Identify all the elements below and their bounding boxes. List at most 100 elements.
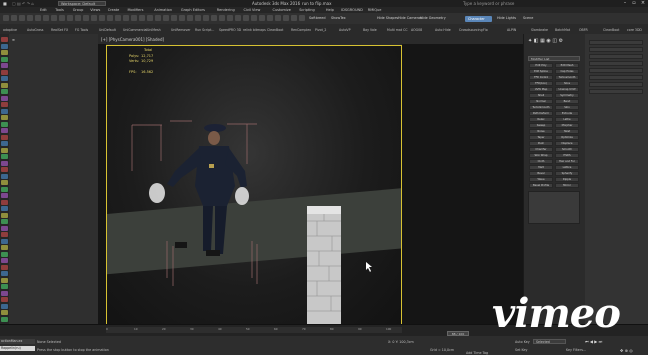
right-panel-button[interactable] (589, 54, 643, 59)
right-panel-button[interactable] (589, 68, 643, 73)
toolbar-tool-icon[interactable] (267, 15, 273, 21)
left-tool-icon[interactable] (1, 212, 8, 218)
toolbar-tool-icon[interactable] (115, 15, 121, 21)
toolbar-tool-icon[interactable] (155, 15, 161, 21)
left-tool-icon[interactable] (1, 141, 8, 146)
toolbar-label[interactable]: Hide Shapes (377, 16, 398, 20)
toolbar-tool-icon[interactable] (299, 15, 305, 21)
menu-item[interactable]: RMIQue (368, 8, 382, 12)
modifier-button[interactable]: Noise (529, 129, 553, 134)
modifier-button[interactable]: Bevel (529, 171, 553, 176)
shelf-button[interactable]: RenComplex (291, 28, 311, 32)
close-icon[interactable]: × (638, 0, 648, 7)
modifier-button[interactable]: Relax (529, 117, 553, 122)
modifier-button[interactable]: Extrude (555, 111, 579, 116)
toolbar-tool-icon[interactable] (179, 15, 185, 21)
menu-item[interactable]: IDSGROUND (341, 8, 363, 12)
autokey-button[interactable]: Auto Key (515, 340, 530, 344)
left-tool-icon[interactable] (1, 43, 8, 49)
left-tool-icon[interactable] (1, 290, 8, 296)
left-tool-icon[interactable] (1, 206, 8, 211)
left-tool-icon[interactable] (1, 134, 8, 140)
menu-item[interactable]: Rendering (217, 8, 235, 12)
toolbar-tool-icon[interactable] (291, 15, 297, 21)
modifier-button[interactable]: Lathe (555, 117, 579, 122)
toolbar-tool-icon[interactable] (99, 15, 105, 21)
toolbar-label[interactable]: Softbreed (309, 16, 326, 20)
toolbar-tool-icon[interactable] (27, 15, 33, 21)
shelf-button[interactable]: CleanBoot (603, 28, 619, 32)
modifier-button[interactable]: Unwrap UVW (555, 87, 579, 92)
left-tool-icon[interactable] (1, 147, 8, 153)
shelf-button[interactable]: ALPIN (507, 28, 516, 32)
left-tool-icon[interactable] (1, 277, 8, 283)
shelf-button[interactable]: UniCommercial (123, 28, 147, 32)
menu-item[interactable]: Edit (40, 8, 47, 12)
toolbar-tool-icon[interactable] (243, 15, 249, 21)
right-panel-button[interactable] (589, 47, 643, 52)
brick-column[interactable] (307, 206, 341, 326)
menu-item[interactable]: Scripting (299, 8, 315, 12)
shelf-button[interactable]: BatchMat (555, 28, 570, 32)
maxscript-input[interactable]: Rappelin(ru) (0, 346, 35, 351)
modifier-button[interactable]: Spherify (555, 171, 579, 176)
modifier-button[interactable]: Cap Holes (555, 69, 579, 74)
right-panel-button[interactable] (589, 61, 643, 66)
menu-item[interactable]: Tools (55, 8, 64, 12)
modifier-button[interactable]: Skin Wrap (529, 153, 553, 158)
toolbar-tool-icon[interactable] (139, 15, 145, 21)
modifier-button[interactable]: Shell (529, 93, 553, 98)
left-tool-icon[interactable] (1, 115, 8, 120)
add-time-tag[interactable]: Add Time Tag (466, 351, 488, 355)
modifier-button[interactable]: Melt (529, 165, 553, 170)
modifier-button[interactable]: Optimize (555, 135, 579, 140)
menu-item[interactable]: Create (108, 8, 120, 12)
modifier-list-dropdown[interactable]: Modifier List (528, 56, 580, 61)
toolbar-tool-icon[interactable] (163, 15, 169, 21)
shelf-button[interactable]: Flo (483, 28, 488, 32)
toolbar-label[interactable]: Hide Cameras (398, 16, 422, 20)
shelf-button[interactable]: UniRemover (171, 28, 190, 32)
shelf-button[interactable]: RealSet FX (51, 28, 68, 32)
shelf-button[interactable]: Pivot_2 (315, 28, 326, 32)
modifier-button[interactable]: Morpher (555, 123, 579, 128)
left-tool-icon[interactable] (1, 232, 8, 237)
character-model[interactable] (149, 124, 249, 256)
left-tool-icon[interactable] (1, 76, 8, 81)
shelf-button[interactable]: FG Tools (75, 28, 88, 32)
modifier-button[interactable]: Displace (555, 141, 579, 146)
toolbar-tool-icon[interactable] (43, 15, 49, 21)
modifier-button[interactable]: Slice (555, 81, 579, 86)
right-panel-button[interactable] (589, 75, 643, 80)
left-tool-icon[interactable] (1, 167, 8, 172)
left-tool-icon[interactable] (1, 186, 8, 192)
modifier-button[interactable]: Twist (555, 129, 579, 134)
toolbar-tool-icon[interactable] (107, 15, 113, 21)
left-tool-icon[interactable] (1, 128, 8, 133)
left-tool-icon[interactable] (1, 69, 8, 75)
menu-item[interactable]: Customize (273, 8, 291, 12)
right-panel-button[interactable] (589, 89, 643, 94)
toolbar-tool-icon[interactable] (147, 15, 153, 21)
toolbar-label[interactable]: Hide Geometry (420, 16, 446, 20)
toolbar-tool-icon[interactable] (235, 15, 241, 21)
menu-item[interactable]: Help (326, 8, 334, 12)
toolbar-tool-icon[interactable] (59, 15, 65, 21)
shelf-button[interactable]: CleanBoot (267, 28, 283, 32)
left-tool-icon[interactable] (1, 258, 8, 263)
modifier-button[interactable]: Hair and Fur (555, 159, 579, 164)
toolbar-tool-icon[interactable] (275, 15, 281, 21)
toolbar-tool-icon[interactable] (211, 15, 217, 21)
left-tool-icon[interactable] (1, 63, 8, 68)
modifier-button[interactable]: Ripple (555, 177, 579, 182)
timeline-track[interactable]: 0 10 20 30 40 50 60 70 80 90 100 (106, 327, 402, 333)
toolbar-tool-icon[interactable] (19, 15, 25, 21)
shelf-button[interactable]: adaptive (3, 28, 17, 32)
modifier-button[interactable]: UVW Map (529, 87, 553, 92)
modifier-button[interactable]: Skin (555, 105, 579, 110)
modifier-button[interactable]: Turbosmooth (555, 75, 579, 80)
quick-access-icons[interactable]: ▢ ▤ ↶ ↷ ⌂ (12, 1, 34, 6)
left-tool-icon[interactable] (1, 199, 8, 205)
shelf-button[interactable]: AutoGrass (27, 28, 43, 32)
modifier-button[interactable]: Bevel Profile (529, 183, 553, 188)
